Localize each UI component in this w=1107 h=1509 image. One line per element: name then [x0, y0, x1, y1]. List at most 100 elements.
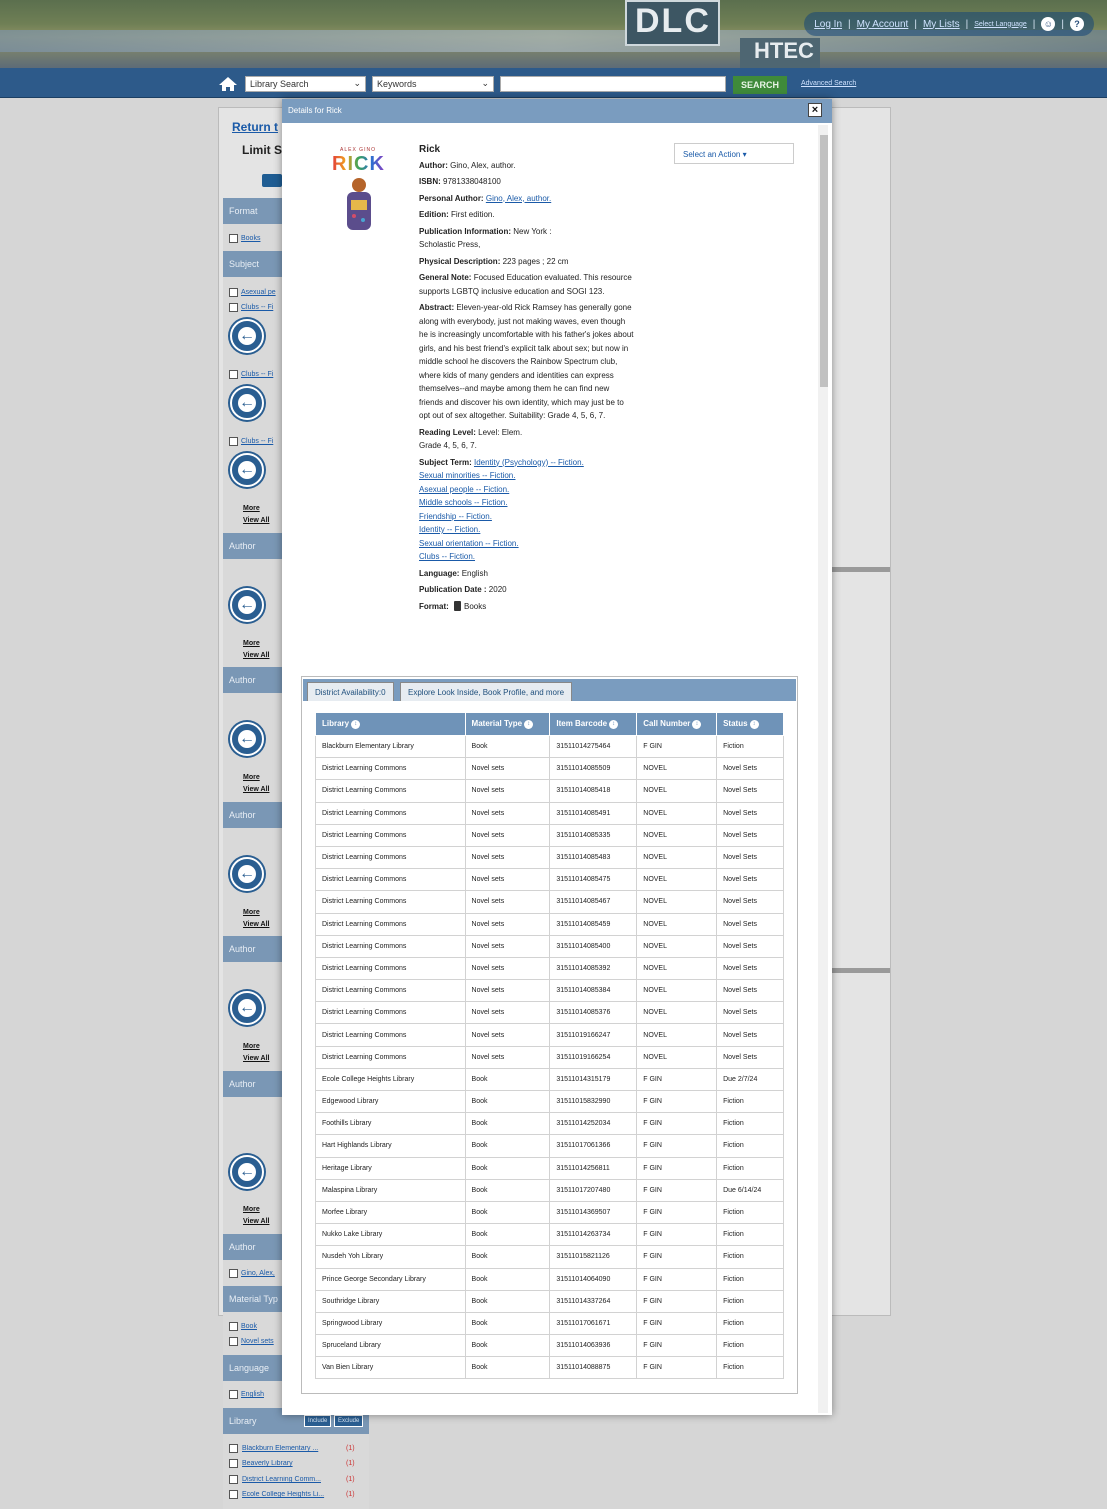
my-account-link[interactable]: My Account: [857, 19, 909, 30]
facet-item[interactable]: Clubs -- Fi: [229, 370, 273, 379]
status-cell: Novel Sets: [716, 1045, 784, 1069]
search-button[interactable]: SEARCH: [733, 76, 787, 94]
column-header-label: Item Barcode: [556, 719, 608, 729]
checkbox[interactable]: [229, 1444, 238, 1453]
accessibility-icon[interactable]: ☺: [1041, 17, 1056, 31]
view-all-link[interactable]: View All: [243, 517, 269, 524]
more-link[interactable]: More: [243, 505, 260, 512]
back-arrow-icon[interactable]: ←: [230, 1155, 264, 1189]
subject-link[interactable]: Sexual minorities -- Fiction.: [419, 471, 515, 480]
sort-icon[interactable]: ↕: [524, 719, 534, 729]
checkbox[interactable]: [229, 303, 238, 312]
facet-library-item[interactable]: Blackburn Elementary ... (1): [229, 1444, 355, 1453]
barcode-cell: 31511014085400: [549, 934, 638, 958]
search-scope-select[interactable]: Library Search ⌄: [245, 76, 366, 92]
view-all-link[interactable]: View All: [243, 921, 269, 928]
home-icon[interactable]: [218, 76, 238, 92]
checkbox[interactable]: [229, 1459, 238, 1468]
checkbox[interactable]: [229, 288, 238, 297]
sort-icon[interactable]: ↕: [609, 719, 619, 729]
personal-author-link[interactable]: Gino, Alex, author.: [486, 194, 551, 203]
library-cell: Nukko Lake Library: [315, 1223, 466, 1247]
facet-item[interactable]: Asexual pe: [229, 288, 276, 297]
options-button[interactable]: [262, 174, 282, 187]
return-link[interactable]: Return t: [232, 120, 278, 134]
facet-library-label[interactable]: Ecole College Heights Li...: [242, 1491, 342, 1498]
checkbox[interactable]: [229, 1475, 238, 1484]
checkbox[interactable]: [229, 1390, 238, 1399]
view-all-link[interactable]: View All: [243, 1055, 269, 1062]
facet-item-english[interactable]: English: [229, 1390, 264, 1399]
subject-link[interactable]: Friendship -- Fiction.: [419, 512, 492, 521]
sort-icon[interactable]: ↕: [351, 719, 361, 729]
more-link[interactable]: More: [243, 909, 260, 916]
subject-link[interactable]: Clubs -- Fiction.: [419, 552, 475, 561]
close-button[interactable]: ×: [808, 103, 822, 117]
include-button[interactable]: Include: [304, 1415, 332, 1427]
column-header-material-type[interactable]: Material Type ↕: [464, 712, 551, 736]
checkbox[interactable]: [229, 1337, 238, 1346]
back-arrow-icon[interactable]: ←: [230, 722, 264, 756]
facet-item[interactable]: Clubs -- Fi: [229, 437, 273, 446]
back-arrow-icon[interactable]: ←: [230, 319, 264, 353]
more-link[interactable]: More: [243, 1206, 260, 1213]
back-arrow-icon[interactable]: ←: [230, 588, 264, 622]
checkbox[interactable]: [229, 1490, 238, 1499]
barcode-cell: 31511014315179: [549, 1067, 638, 1092]
facet-item-author[interactable]: Gino, Alex,: [229, 1269, 275, 1278]
view-all-link[interactable]: View All: [243, 1218, 269, 1225]
facet-library-label[interactable]: Beaverly Library: [242, 1460, 342, 1467]
sort-icon[interactable]: ↕: [692, 719, 702, 729]
more-link[interactable]: More: [243, 640, 260, 647]
column-header-call-number[interactable]: Call Number ↕: [636, 712, 718, 736]
back-arrow-icon[interactable]: ←: [230, 386, 264, 420]
select-language-link[interactable]: Select Language: [974, 21, 1027, 28]
column-header-status[interactable]: Status ↕: [716, 712, 784, 736]
view-all-link[interactable]: View All: [243, 652, 269, 659]
subject-link[interactable]: Middle schools -- Fiction.: [419, 498, 507, 507]
view-all-link[interactable]: View All: [243, 786, 269, 793]
call-number-cell: F GIN: [636, 1356, 718, 1380]
facet-library-label[interactable]: District Learning Comm...: [242, 1476, 342, 1483]
subject-link[interactable]: Identity (Psychology) -- Fiction.: [474, 458, 584, 467]
search-field-select[interactable]: Keywords ⌄: [372, 76, 494, 92]
subject-link[interactable]: Sexual orientation -- Fiction.: [419, 539, 519, 548]
facet-library-item[interactable]: Beaverly Library (1): [229, 1459, 355, 1468]
facet-library-item[interactable]: District Learning Comm... (1): [229, 1475, 355, 1484]
facet-item[interactable]: Clubs -- Fi: [229, 303, 273, 312]
facet-library-item[interactable]: Ecole College Heights Li... (1): [229, 1490, 355, 1499]
field-value: New York :: [513, 226, 552, 236]
advanced-search-link[interactable]: Advanced Search: [801, 80, 856, 87]
help-icon[interactable]: ?: [1070, 17, 1084, 31]
more-link[interactable]: More: [243, 1043, 260, 1050]
login-link[interactable]: Log In: [814, 19, 842, 30]
tab-district-availability[interactable]: District Availability:0: [307, 682, 394, 701]
call-number-cell: NOVEL: [636, 934, 718, 958]
select-action-dropdown[interactable]: Select an Action ▾: [674, 143, 794, 164]
checkbox[interactable]: [229, 234, 238, 243]
subject-link[interactable]: Asexual people -- Fiction.: [419, 485, 509, 494]
field-label: Language:: [419, 568, 460, 578]
tab-explore[interactable]: Explore Look Inside, Book Profile, and m…: [400, 682, 573, 701]
search-input[interactable]: [500, 76, 726, 92]
modal-scrollbar-thumb[interactable]: [820, 135, 828, 387]
checkbox[interactable]: [229, 370, 238, 379]
call-number-cell: F GIN: [636, 1334, 718, 1358]
exclude-button[interactable]: Exclude: [334, 1415, 364, 1427]
checkbox[interactable]: [229, 1269, 238, 1278]
checkbox[interactable]: [229, 1322, 238, 1331]
facet-item-books[interactable]: Books: [229, 234, 260, 243]
facet-item-book[interactable]: Book: [229, 1322, 257, 1331]
back-arrow-icon[interactable]: ←: [230, 991, 264, 1025]
back-arrow-icon[interactable]: ←: [230, 453, 264, 487]
more-link[interactable]: More: [243, 774, 260, 781]
checkbox[interactable]: [229, 437, 238, 446]
subject-link[interactable]: Identity -- Fiction.: [419, 525, 480, 534]
facet-item-novel-sets[interactable]: Novel sets: [229, 1337, 274, 1346]
column-header-item-barcode[interactable]: Item Barcode ↕: [549, 712, 638, 736]
back-arrow-icon[interactable]: ←: [230, 857, 264, 891]
sort-icon[interactable]: ↕: [749, 719, 759, 729]
column-header-library[interactable]: Library ↕: [315, 712, 466, 736]
facet-library-label[interactable]: Blackburn Elementary ...: [242, 1445, 342, 1452]
my-lists-link[interactable]: My Lists: [923, 19, 960, 30]
